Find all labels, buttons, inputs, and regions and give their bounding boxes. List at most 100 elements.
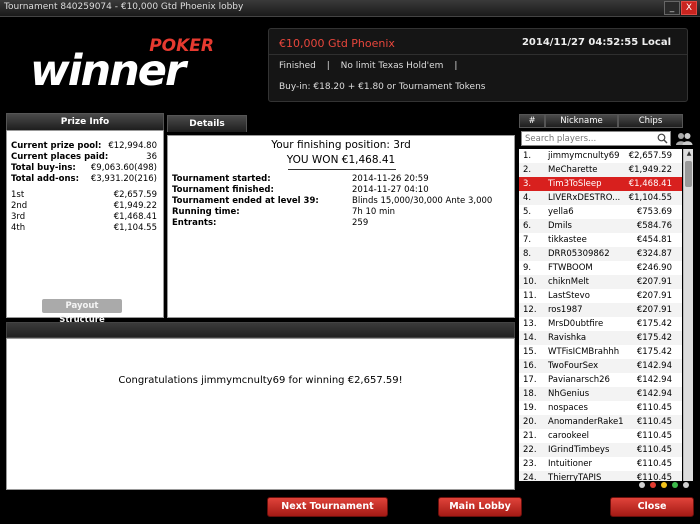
details-value: 7h 10 min [352,207,396,217]
player-row[interactable]: 20. AnomanderRake1 €110.45 [519,415,682,429]
player-chips: €207.91 [636,305,672,315]
search-input[interactable] [525,133,655,145]
player-rank: 21. [523,431,537,441]
player-row[interactable]: 22. IGrindTimbeys €110.45 [519,443,682,457]
player-chips: €324.87 [636,249,672,259]
player-nickname: NhGenius [548,389,590,399]
player-nickname: AnomanderRake1 [548,417,624,427]
payout-place-label: 2nd [11,201,28,211]
status-dot-icon [683,482,689,488]
player-row[interactable]: 6. Dmils €584.76 [519,219,682,233]
player-nickname: Tim3ToSleep [548,179,602,189]
player-chips: €110.45 [636,417,672,427]
tab-prize-info[interactable]: Prize Info [6,113,164,130]
prize-pool-label: Current prize pool: [11,141,102,151]
places-paid-value: 36 [146,152,157,162]
player-row[interactable]: 5. yella6 €753.69 [519,205,682,219]
player-nickname: WTFisICMBrahhh [548,347,620,357]
player-row[interactable]: 16. TwoFourSex €142.94 [519,359,682,373]
player-row[interactable]: 10. chiknMelt €207.91 [519,275,682,289]
player-chips: €110.45 [636,403,672,413]
player-row[interactable]: 19. nospaces €110.45 [519,401,682,415]
player-chips: €175.42 [636,347,672,357]
status-dot-icon [672,482,678,488]
player-rank: 17. [523,375,537,385]
player-rank: 10. [523,277,537,287]
player-nickname: ThierryTAPIS [548,473,602,481]
player-row[interactable]: 3. Tim3ToSleep €1,468.41 [519,177,682,191]
winnings-text: YOU WON €1,468.41 [286,154,396,166]
player-row[interactable]: 8. DRR05309862 €324.87 [519,247,682,261]
tournament-game: No limit Texas Hold'em [340,61,444,71]
player-rank: 1. [523,151,532,161]
tab-details[interactable]: Details [167,115,247,132]
player-nickname: IGrindTimbeys [548,445,610,455]
column-header-chips[interactable]: Chips [618,114,683,128]
player-row[interactable]: 1. jimmymcnulty69 €2,657.59 [519,149,682,163]
player-chips: €1,468.41 [628,179,672,189]
payout-structure-button[interactable]: Payout Structure [42,299,122,325]
main-lobby-button[interactable]: Main Lobby [438,497,522,517]
player-nickname: chiknMelt [548,277,589,287]
player-row[interactable]: 11. LastStevo €207.91 [519,289,682,303]
tournament-status: Finished [279,61,316,71]
player-row[interactable]: 4. LIVERxDESTRO... €1,104.55 [519,191,682,205]
window-close-button[interactable]: X [681,1,697,15]
player-nickname: DRR05309862 [548,249,610,259]
player-chips: €110.45 [636,431,672,441]
player-row[interactable]: 9. FTWBOOM €246.90 [519,261,682,275]
window-titlebar: Tournament 840259074 - €10,000 Gtd Phoen… [0,0,700,17]
column-header-nickname[interactable]: Nickname [545,114,618,128]
details-value: Blinds 15,000/30,000 Ante 3,000 [352,196,493,206]
player-chips: €142.94 [636,375,672,385]
total-buyins-value: €9,063.60(498) [90,163,157,173]
header-divider [269,54,687,55]
scrollbar-thumb[interactable] [685,161,692,187]
close-button[interactable]: Close [610,497,694,517]
message-panel: Congratulations jimmymcnulty69 for winni… [6,338,515,490]
player-nickname: Dmils [548,221,572,231]
player-row[interactable]: 24. ThierryTAPIS €110.45 [519,471,682,481]
player-rank: 12. [523,305,537,315]
payout-place-amount: €2,657.59 [113,190,157,200]
column-header-rank[interactable]: # [519,114,545,128]
player-chips: €584.76 [636,221,672,231]
player-row[interactable]: 12. ros1987 €207.91 [519,303,682,317]
player-row[interactable]: 21. carookeel €110.45 [519,429,682,443]
player-row[interactable]: 15. WTFisICMBrahhh €175.42 [519,345,682,359]
player-search-box[interactable] [521,131,671,146]
payout-place-amount: €1,468.41 [113,212,157,222]
player-rank: 15. [523,347,537,357]
player-chips: €207.91 [636,277,672,287]
tournament-name: €10,000 Gtd Phoenix [279,37,395,50]
player-nickname: Intuitioner [548,459,592,469]
tournament-datetime: 2014/11/27 04:52:55 Local [521,37,671,48]
payout-place-label: 1st [11,190,25,200]
details-value: 2014-11-27 04:10 [352,185,429,195]
player-row[interactable]: 13. MrsD0ubtfire €175.42 [519,317,682,331]
player-row[interactable]: 17. Pavianarsch26 €142.94 [519,373,682,387]
search-icon[interactable] [657,133,668,144]
player-rank: 16. [523,361,537,371]
player-chips: €142.94 [636,389,672,399]
player-nickname: ros1987 [548,305,583,315]
player-chips: €2,657.59 [628,151,672,161]
separator: | [326,61,330,71]
player-rank: 18. [523,389,537,399]
prize-pool-value: €12,994.80 [108,141,157,151]
minimize-button[interactable]: _ [664,1,680,15]
players-list[interactable]: 1. jimmymcnulty69 €2,657.59 2. MeCharette €1,… [519,149,682,481]
players-scrollbar[interactable]: ▲ [683,149,693,481]
player-row[interactable]: 14. Ravishka €175.42 [519,331,682,345]
tournament-info-row: Finished | No limit Texas Hold'em | [279,61,465,71]
player-rank: 7. [523,235,532,245]
player-row[interactable]: 2. MeCharette €1,949.22 [519,163,682,177]
details-label: Tournament finished: [172,185,274,195]
players-icon[interactable] [675,132,693,146]
next-tournament-button[interactable]: Next Tournament [267,497,388,517]
player-row[interactable]: 23. Intuitioner €110.45 [519,457,682,471]
scroll-up-arrow-icon[interactable]: ▲ [684,149,694,159]
player-chips: €1,104.55 [628,193,672,203]
player-row[interactable]: 7. tikkastee €454.81 [519,233,682,247]
player-row[interactable]: 18. NhGenius €142.94 [519,387,682,401]
